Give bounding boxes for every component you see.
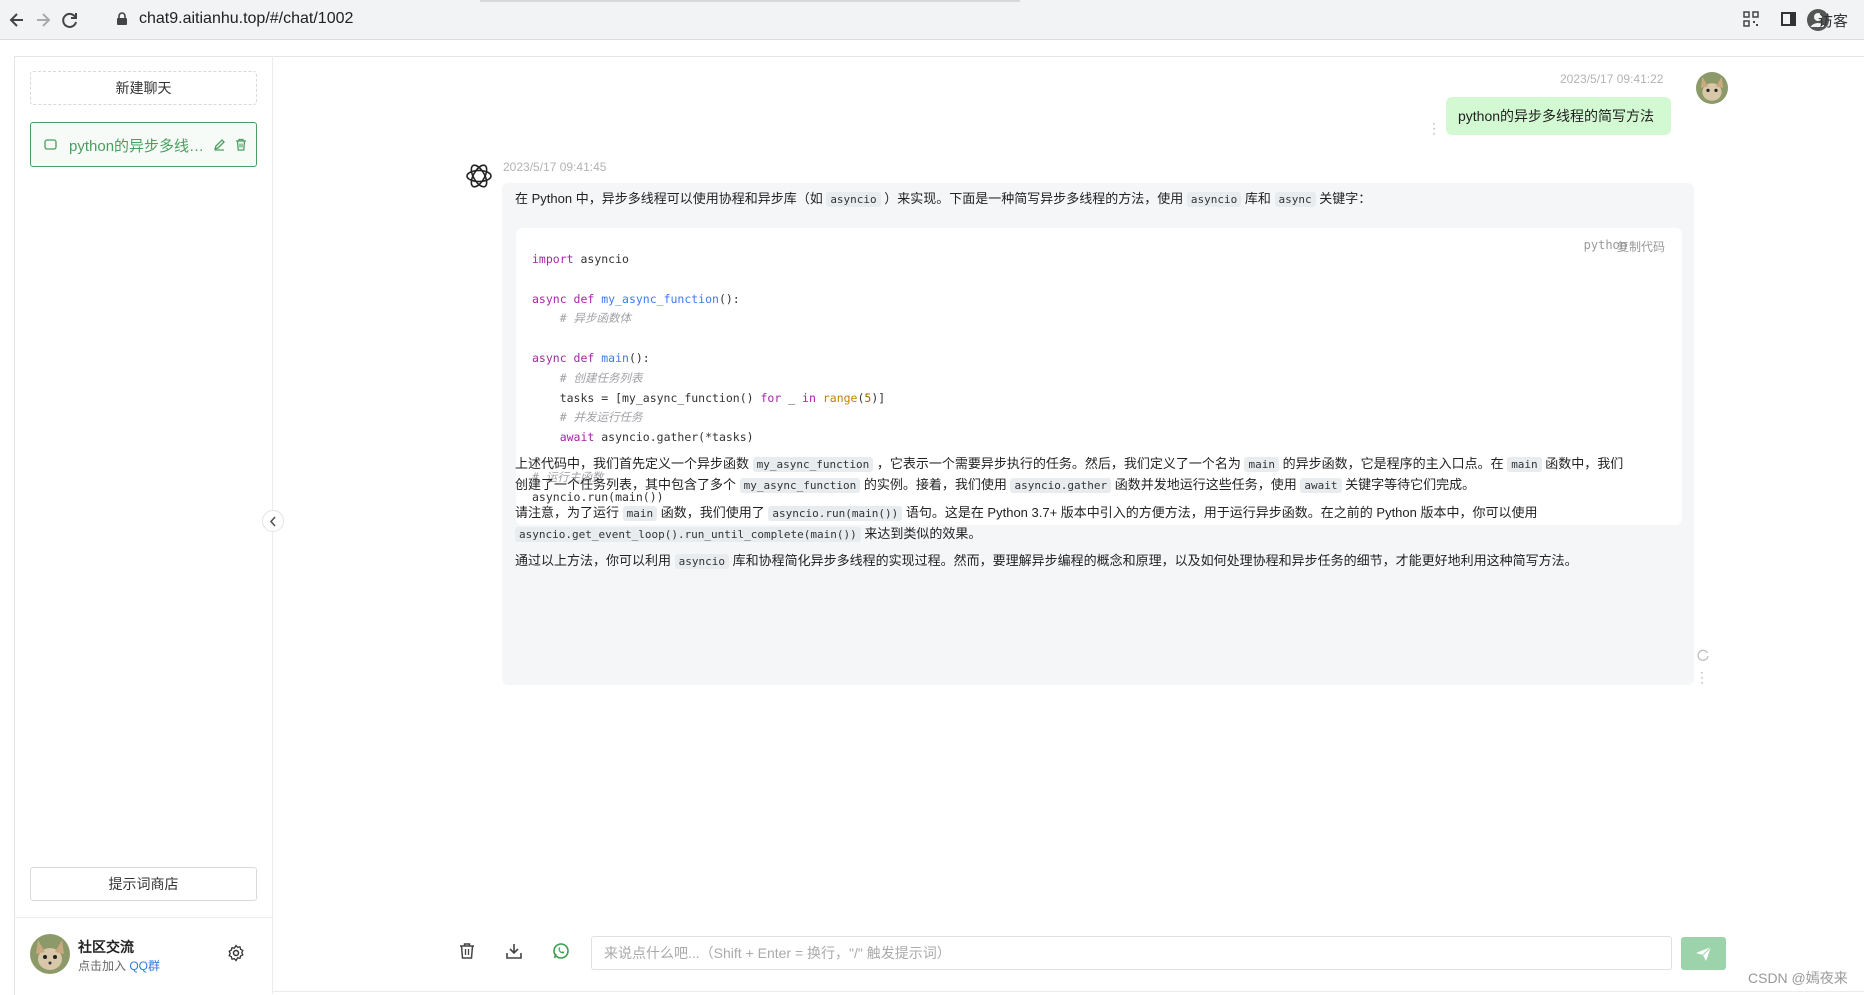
download-icon[interactable] [505, 942, 523, 965]
user-avatar [1696, 72, 1728, 104]
inline-code: asyncio.get_event_loop().run_until_compl… [515, 527, 861, 542]
whatsapp-icon[interactable] [552, 942, 570, 965]
user-message-bubble: python的异步多线程的简写方法 [1446, 97, 1671, 135]
community-subtitle-text: 点击加入 [78, 959, 130, 973]
sidebar-toggle-icon[interactable] [1780, 10, 1798, 33]
inline-code: main [622, 506, 658, 521]
bot-message-time: 2023/5/17 09:41:45 [503, 160, 607, 174]
text-span: 请注意，为了运行 [515, 505, 623, 520]
text-span: 关键字： [1315, 191, 1372, 206]
prompt-store-button[interactable]: 提示词商店 [30, 867, 257, 901]
chat-item-title[interactable]: python的异步多线程的简写方法 [69, 135, 209, 156]
text-span: 在 Python 中，异步多线程可以使用协程和异步库（如 [515, 191, 827, 206]
more-options-icon[interactable]: · · · [1432, 117, 1436, 139]
text-span: 语句。这是在 Python 3.7+ 版本中引入的方便方法，用于运行异步函数。在… [902, 505, 1538, 520]
inline-code: my_async_function [739, 478, 861, 493]
watermark: CSDN @嫣夜来 [1748, 970, 1848, 986]
text-span: 关键字等待它们完成。 [1341, 477, 1476, 492]
inline-code: asyncio.gather [1010, 478, 1112, 493]
forward-arrow-icon[interactable] [32, 9, 54, 31]
text-span: 库和 [1241, 191, 1275, 206]
gear-icon[interactable] [227, 944, 245, 967]
sidebar-footer-divider [14, 917, 273, 918]
text-span: 来达到类似的效果。 [860, 526, 982, 541]
text-span: 的实例。接着，我们使用 [860, 477, 1011, 492]
text-span: 函数，我们使用了 [657, 505, 769, 520]
url-text[interactable]: chat9.aitianhu.top/#/chat/1002 [139, 10, 353, 28]
new-chat-button[interactable]: 新建聊天 [30, 71, 257, 105]
bot-message-bubble: 在 Python 中，异步多线程可以使用协程和异步库（如 asyncio ）来实… [502, 183, 1694, 685]
inline-code: my_async_function [752, 457, 874, 472]
inline-code: main [1244, 457, 1279, 472]
trash-icon[interactable] [458, 942, 476, 965]
profile-label[interactable]: 访客 [1818, 10, 1858, 30]
message-input[interactable]: 来说点什么吧...（Shift + Enter = 换行，"/" 触发提示词） [591, 936, 1672, 970]
trash-icon[interactable] [235, 138, 247, 156]
browser-toolbar: chat9.aitianhu.top/#/chat/1002 访客 [0, 0, 1864, 40]
edit-icon[interactable] [213, 138, 226, 156]
send-icon [1696, 946, 1712, 961]
text-span: 通过以上方法，你可以利用 [515, 553, 675, 568]
address-bar[interactable] [106, 4, 1756, 36]
chevron-left-icon [269, 516, 276, 527]
inline-code: asyncio [1186, 192, 1242, 207]
inline-code: asyncio [674, 554, 729, 569]
more-options-icon[interactable]: · · · [1700, 666, 1704, 688]
bot-intro-text: 在 Python 中，异步多线程可以使用协程和异步库（如 asyncio ）来实… [515, 189, 1371, 210]
reload-icon[interactable] [59, 9, 81, 31]
message-icon [44, 138, 57, 156]
inline-code: await [1300, 478, 1342, 493]
text-span: 函数并发地运行这些任务，使用 [1111, 477, 1301, 492]
text-span: 上述代码中，我们首先定义一个异步函数 [515, 456, 753, 471]
text-span: ，它表示一个需要异步执行的任务。然后，我们定义了一个名为 [873, 456, 1245, 471]
openai-logo-icon [464, 161, 494, 196]
bot-paragraph-summary: 通过以上方法，你可以利用 asyncio 库和协程简化异步多线程的实现过程。然而… [515, 551, 1685, 572]
text-span: 库和协程简化异步多线程的实现过程。然而，要理解异步编程的概念和原理，以及如何处理… [728, 553, 1578, 568]
avatar[interactable] [30, 934, 70, 974]
inline-code: asyncio.run(main()) [768, 506, 903, 521]
back-arrow-icon[interactable] [6, 9, 28, 31]
bottom-divider [273, 991, 1864, 992]
inline-code: asyncio [826, 192, 881, 207]
qq-group-link[interactable]: QQ群 [129, 959, 160, 973]
bot-paragraph-note: 请注意，为了运行 main 函数，我们使用了 asyncio.run(main(… [515, 503, 1685, 545]
user-message-time: 2023/5/17 09:41:22 [1560, 72, 1664, 86]
lock-icon [116, 12, 128, 31]
bot-paragraph-explanation: 上述代码中，我们首先定义一个异步函数 my_async_function ，它表… [515, 454, 1685, 496]
inline-code: async [1274, 192, 1316, 207]
chat-list-item[interactable]: python的异步多线程的简写方法 [30, 122, 257, 167]
copy-code-button[interactable]: 复制代码 [1617, 238, 1665, 255]
collapse-sidebar-button[interactable] [262, 510, 284, 532]
tab-strip-edge [480, 0, 1020, 2]
text-span: 的异步函数，它是程序的主入口点。在 [1278, 456, 1508, 471]
community-subtitle: 点击加入 QQ群 [78, 957, 160, 974]
send-button[interactable] [1681, 937, 1726, 970]
text-span: 函数中，我们 [1541, 456, 1624, 471]
sidebar [14, 56, 273, 994]
text-span: 创建了一个任务列表，其中包含了多个 [515, 477, 740, 492]
inline-code: main [1507, 457, 1542, 472]
qr-code-icon[interactable] [1742, 10, 1760, 33]
community-title: 社区交流 [78, 939, 134, 955]
text-span: ）来实现。下面是一种简写异步多线程的方法，使用 [880, 191, 1187, 206]
